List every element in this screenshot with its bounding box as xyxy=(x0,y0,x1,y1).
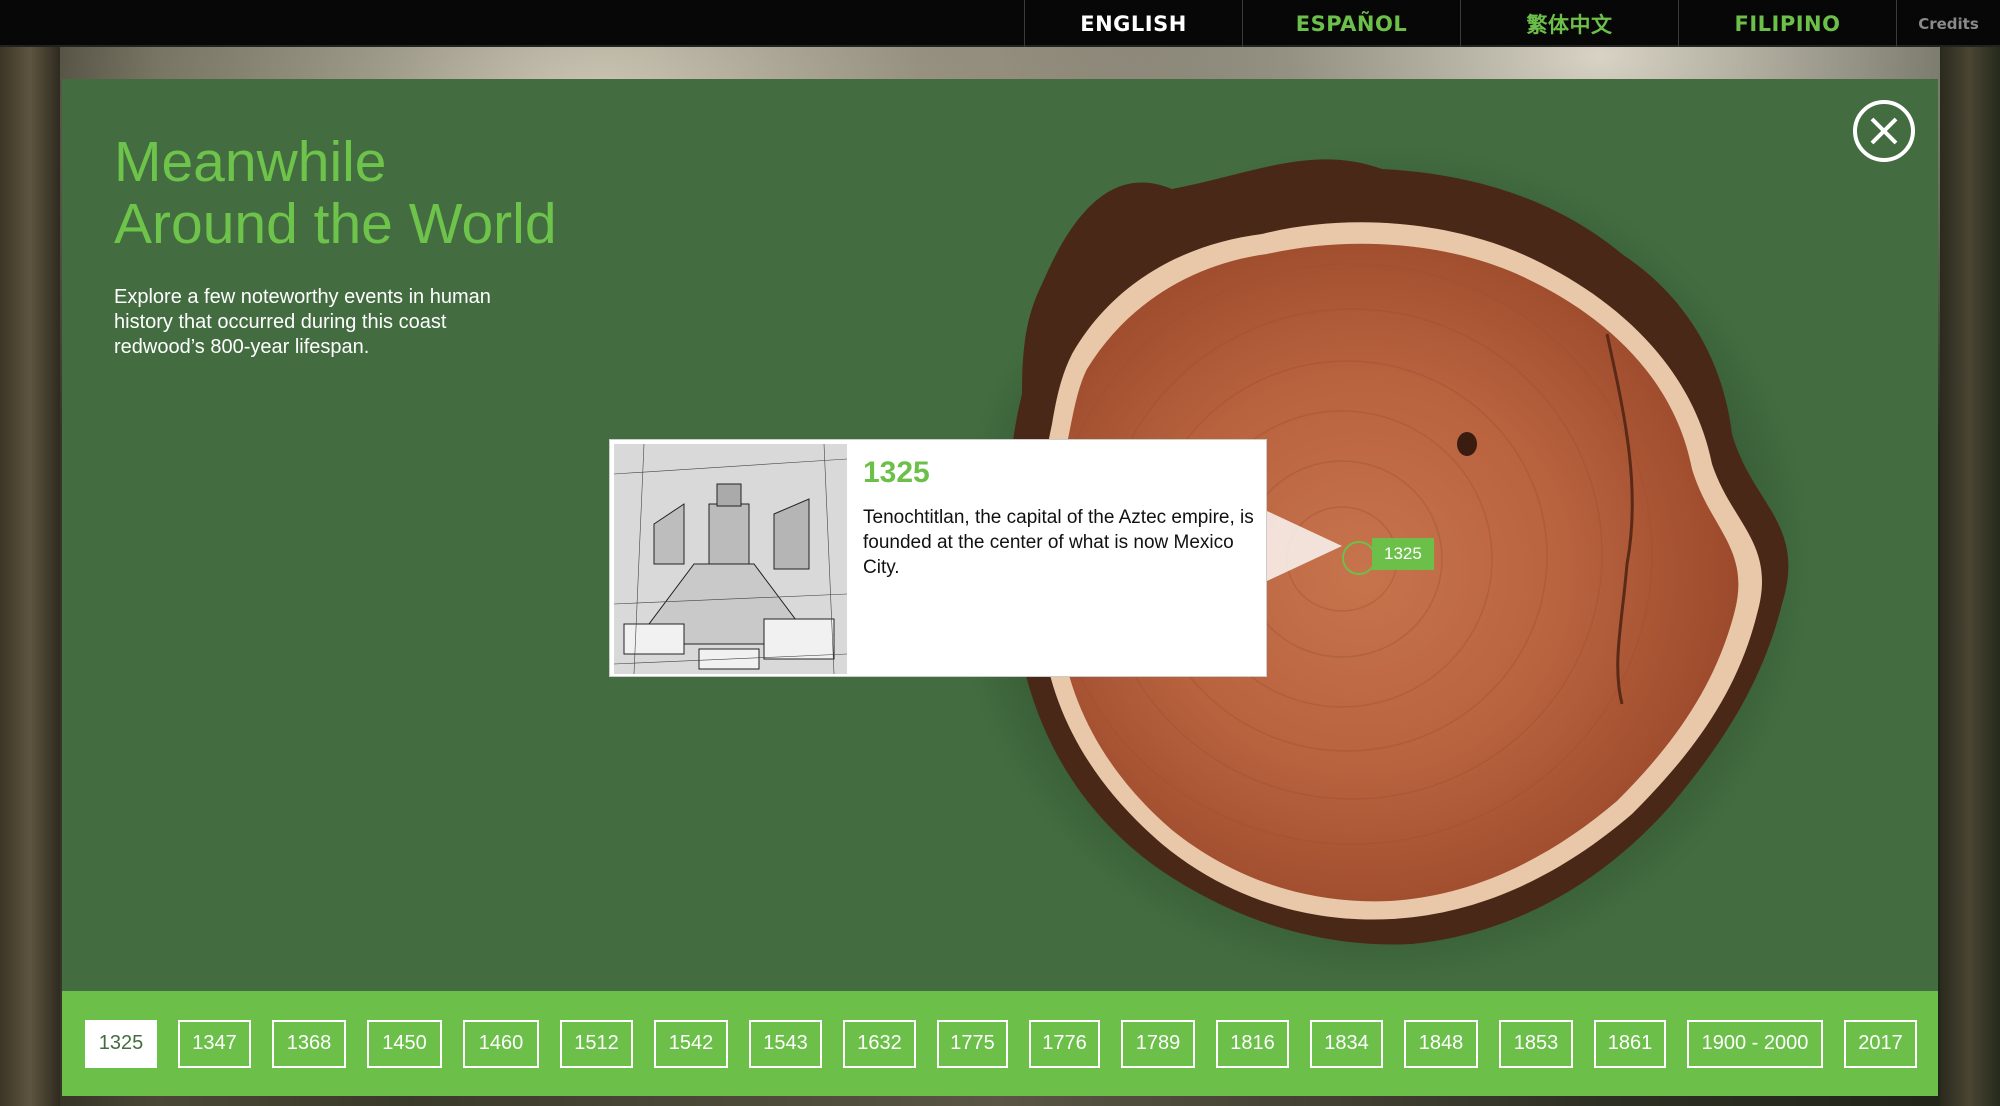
language-english[interactable]: ENGLISH xyxy=(1024,0,1242,47)
timeline-year-1789[interactable]: 1789 xyxy=(1121,1019,1195,1068)
timeline-year-1512[interactable]: 1512 xyxy=(560,1019,633,1068)
timeline-year-1834[interactable]: 1834 xyxy=(1310,1019,1383,1068)
background-tree xyxy=(1940,47,2000,1106)
language-menu: ENGLISH ESPAÑOL 繁体中文 FILIPINO Credits xyxy=(1024,0,2000,47)
timeline-year-1900-2000[interactable]: 1900 - 2000 xyxy=(1687,1019,1823,1068)
timeline-year-1632[interactable]: 1632 xyxy=(843,1019,916,1068)
timeline-year-1542[interactable]: 1542 xyxy=(654,1019,728,1068)
popup-description: Tenochtitlan, the capital of the Aztec e… xyxy=(863,507,1254,578)
event-image xyxy=(614,444,847,674)
close-icon xyxy=(1870,117,1898,145)
popup-pointer xyxy=(1267,511,1342,581)
close-button[interactable] xyxy=(1853,100,1915,162)
timeline-year-2017[interactable]: 2017 xyxy=(1844,1019,1917,1068)
timeline-bar: 1325 1347 1368 1450 1460 1512 1542 1543 … xyxy=(62,991,1938,1096)
title-line-1: Meanwhile xyxy=(114,130,387,194)
timeline-year-1460[interactable]: 1460 xyxy=(463,1019,539,1068)
top-bar: ENGLISH ESPAÑOL 繁体中文 FILIPINO Credits xyxy=(0,0,2000,47)
timeline-year-1861[interactable]: 1861 xyxy=(1594,1019,1666,1068)
timeline-year-1325[interactable]: 1325 xyxy=(85,1019,157,1068)
timeline-year-1853[interactable]: 1853 xyxy=(1499,1019,1573,1068)
language-filipino[interactable]: FILIPINO xyxy=(1678,0,1896,47)
intro-text: Explore a few noteworthy events in human… xyxy=(114,286,491,358)
main-panel: Meanwhile Around the World Explore a few… xyxy=(62,79,1938,991)
timeline-year-1775[interactable]: 1775 xyxy=(937,1019,1008,1068)
timeline-year-1776[interactable]: 1776 xyxy=(1029,1019,1100,1068)
ring-year-tag[interactable]: 1325 xyxy=(1372,538,1434,570)
timeline-year-1543[interactable]: 1543 xyxy=(749,1019,822,1068)
timeline-year-1450[interactable]: 1450 xyxy=(367,1019,442,1068)
timeline-year-1848[interactable]: 1848 xyxy=(1404,1019,1478,1068)
ring-marker[interactable] xyxy=(1342,541,1376,575)
title-line-2: Around the World xyxy=(114,192,557,256)
language-espanol[interactable]: ESPAÑOL xyxy=(1242,0,1460,47)
aztec-city-engraving-icon xyxy=(614,444,847,674)
popup-year: 1325 xyxy=(863,456,930,489)
page-title: Meanwhile Around the World xyxy=(114,131,634,255)
event-popup: 1325 Tenochtitlan, the capital of the Az… xyxy=(609,439,1267,677)
background-tree xyxy=(0,47,60,1106)
language-chinese[interactable]: 繁体中文 xyxy=(1460,0,1678,47)
timeline-year-1816[interactable]: 1816 xyxy=(1216,1019,1289,1068)
credits-link[interactable]: Credits xyxy=(1896,0,2000,47)
timeline-year-1368[interactable]: 1368 xyxy=(272,1019,346,1068)
timeline-year-1347[interactable]: 1347 xyxy=(178,1019,251,1068)
